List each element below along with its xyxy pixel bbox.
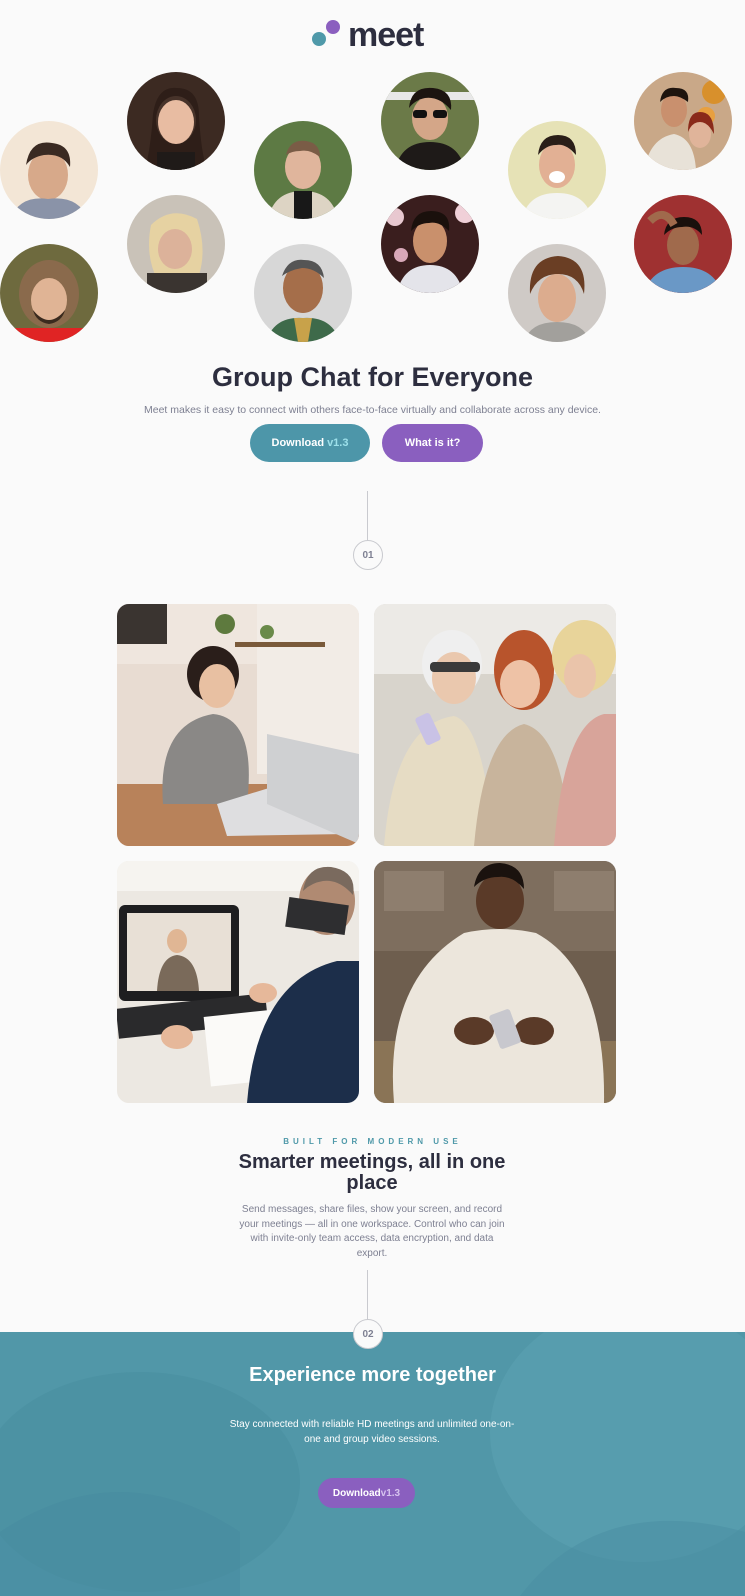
logo-wordmark: meet <box>348 16 424 54</box>
brand-logo[interactable]: meet <box>312 16 442 58</box>
band-body: Stay connected with reliable HD meetings… <box>229 1419 515 1445</box>
photo-man-video-call <box>117 861 359 1103</box>
avatar-photo <box>254 121 352 219</box>
step-connector-line <box>367 491 368 541</box>
avatar-photo <box>0 121 98 219</box>
hero-subtitle: Meet makes it easy to connect with other… <box>144 404 601 416</box>
photo-man-phone <box>374 861 616 1103</box>
avatar-photo <box>127 195 225 293</box>
avatar-photo <box>634 72 732 170</box>
download-version: v1.3 <box>327 437 349 449</box>
avatar-photo <box>508 121 606 219</box>
step-badge-01: 01 <box>353 540 383 570</box>
avatar-photo <box>0 244 98 342</box>
band-title: Experience more together <box>249 1364 496 1386</box>
avatar-photo <box>381 195 479 293</box>
logo-dot-purple <box>326 20 340 34</box>
photo-women-phone <box>374 604 616 846</box>
band-download-button[interactable]: Download v1.3 <box>318 1478 415 1508</box>
step-badge-02: 02 <box>353 1319 383 1349</box>
avatar-photo <box>634 195 732 293</box>
features-eyebrow: BUILT FOR MODERN USE <box>283 1137 462 1146</box>
band-download-label: Download <box>332 1487 381 1499</box>
step-connector-line <box>367 1270 368 1320</box>
avatar-photo <box>254 244 352 342</box>
what-is-it-label: What is it? <box>404 437 461 449</box>
hero-title: Group Chat for Everyone <box>211 362 534 392</box>
avatar-photo <box>508 244 606 342</box>
logo-dot-teal <box>312 32 326 46</box>
avatar-photo <box>127 72 225 170</box>
features-body: Send messages, share files, show your sc… <box>239 1204 505 1259</box>
avatar-photo <box>381 72 479 170</box>
what-is-it-button[interactable]: What is it? <box>382 424 483 462</box>
band-download-version: v1.3 <box>380 1487 401 1499</box>
download-button[interactable]: Download v1.3 <box>250 424 370 462</box>
download-label: Download <box>271 437 325 449</box>
features-title: Smarter meetings, all in one place <box>238 1151 506 1194</box>
photo-woman-laptop <box>117 604 359 846</box>
